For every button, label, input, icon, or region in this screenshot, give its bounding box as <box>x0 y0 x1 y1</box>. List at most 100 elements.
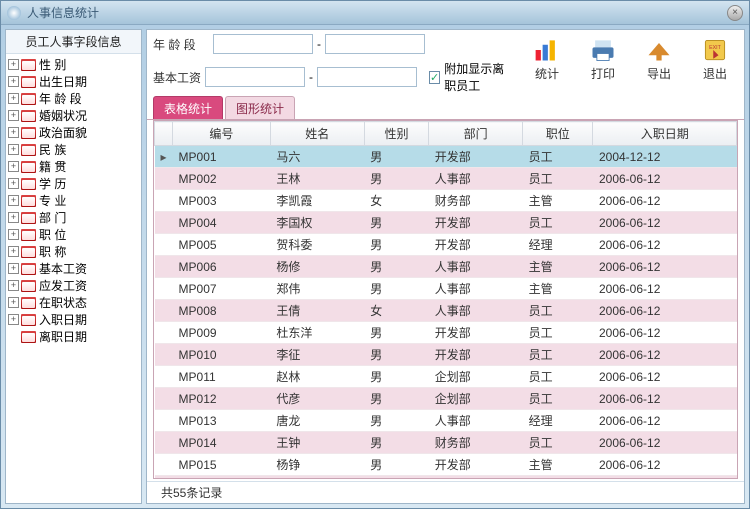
cell: 杨铮 <box>270 454 364 476</box>
salary-to-input[interactable] <box>317 67 417 87</box>
folder-icon <box>21 331 36 343</box>
expand-icon[interactable]: + <box>8 161 19 172</box>
tree-item[interactable]: +在职状态 <box>6 294 141 311</box>
cell: 2006-06-12 <box>593 256 737 278</box>
column-header[interactable]: 部门 <box>429 122 523 146</box>
tree-item[interactable]: +职 位 <box>6 226 141 243</box>
cell: 主管 <box>523 278 593 300</box>
expand-icon[interactable]: + <box>8 195 19 206</box>
expand-icon[interactable]: + <box>8 110 19 121</box>
stat-button[interactable]: 统计 <box>524 34 570 84</box>
expand-icon[interactable]: + <box>8 59 19 70</box>
row-marker <box>155 300 173 322</box>
tree-item[interactable]: + 年 龄 段 <box>6 90 141 107</box>
table-row[interactable]: MP004李国权男开发部员工2006-06-12 <box>155 212 737 234</box>
table-row[interactable]: MP011赵林男企划部员工2006-06-12 <box>155 366 737 388</box>
cell: 员工 <box>523 432 593 454</box>
cell: 开发部 <box>429 454 523 476</box>
table-row[interactable]: MP012代彦男企划部员工2006-06-12 <box>155 388 737 410</box>
app-icon <box>7 6 21 20</box>
tree-item[interactable]: +出生日期 <box>6 73 141 90</box>
export-button[interactable]: 导出 <box>636 34 682 84</box>
expand-icon[interactable]: + <box>8 280 19 291</box>
tree-item[interactable]: +基本工资 <box>6 260 141 277</box>
dash: - <box>317 37 321 51</box>
cell: 郑伟 <box>270 278 364 300</box>
print-button[interactable]: 打印 <box>580 34 626 84</box>
table-row[interactable]: MP013唐龙男人事部经理2006-06-12 <box>155 410 737 432</box>
folder-icon <box>21 76 36 88</box>
exit-button[interactable]: EXIT 退出 <box>692 34 738 84</box>
expand-icon[interactable]: + <box>8 246 19 257</box>
topbar: 年 龄 段 - 基本工资 - ✓ 附加显示离职员工 <box>147 30 744 96</box>
tree-item-label: 专 业 <box>39 192 66 209</box>
column-header[interactable]: 入职日期 <box>593 122 737 146</box>
tree-item[interactable]: +性 别 <box>6 56 141 73</box>
tree-item[interactable]: +籍 贯 <box>6 158 141 175</box>
folder-icon <box>21 229 36 241</box>
cell: 2006-06-12 <box>593 410 737 432</box>
close-icon[interactable]: × <box>727 5 743 21</box>
tree-item[interactable]: +部 门 <box>6 209 141 226</box>
cell: 主管 <box>523 256 593 278</box>
table-body: ▸MP001马六男开发部员工2004-12-12MP002王林男人事部员工200… <box>155 146 737 480</box>
tree[interactable]: +性 别+出生日期+年 龄 段+婚姻状况+政治面貌+民 族+籍 贯+学 历+专 … <box>6 54 141 503</box>
expand-icon[interactable]: + <box>8 127 19 138</box>
tab-chart[interactable]: 图形统计 <box>225 96 295 119</box>
expand-icon[interactable]: + <box>8 76 19 87</box>
folder-icon <box>21 144 36 156</box>
table-row[interactable]: MP015杨铮男开发部主管2006-06-12 <box>155 454 737 476</box>
table-row[interactable]: MP007郑伟男人事部主管2006-06-12 <box>155 278 737 300</box>
age-from-input[interactable] <box>213 34 313 54</box>
row-marker <box>155 388 173 410</box>
table-row[interactable]: MP002王林男人事部员工2006-06-12 <box>155 168 737 190</box>
table-row[interactable]: MP014王钟男财务部员工2006-06-12 <box>155 432 737 454</box>
folder-icon <box>21 297 36 309</box>
expand-icon[interactable]: + <box>8 229 19 240</box>
cell: 主管 <box>523 476 593 480</box>
table-row[interactable]: MP016123男开发部主管2009-03-11 <box>155 476 737 480</box>
tree-item[interactable]: + 应发工资 <box>6 277 141 294</box>
tree-item-label: 婚姻状况 <box>39 107 87 124</box>
tree-item[interactable]: +学 历 <box>6 175 141 192</box>
cell: 员工 <box>523 300 593 322</box>
expand-icon[interactable]: + <box>8 144 19 155</box>
expand-icon[interactable]: + <box>8 93 19 104</box>
expand-icon[interactable]: + <box>8 297 19 308</box>
show-resigned-checkbox[interactable]: ✓ <box>429 71 440 84</box>
cell: 2006-06-12 <box>593 300 737 322</box>
age-to-input[interactable] <box>325 34 425 54</box>
tree-item[interactable]: + 婚姻状况 <box>6 107 141 124</box>
expand-icon[interactable]: + <box>8 314 19 325</box>
cell: 唐龙 <box>270 410 364 432</box>
table-row[interactable]: MP010李征男开发部员工2006-06-12 <box>155 344 737 366</box>
table-row[interactable]: MP009杜东洋男开发部员工2006-06-12 <box>155 322 737 344</box>
column-header[interactable]: 姓名 <box>270 122 364 146</box>
expand-icon[interactable]: + <box>8 178 19 189</box>
export-icon <box>643 36 675 64</box>
tab-table[interactable]: 表格统计 <box>153 96 223 119</box>
table-row[interactable]: MP006杨修男人事部主管2006-06-12 <box>155 256 737 278</box>
table-row[interactable]: ▸MP001马六男开发部员工2004-12-12 <box>155 146 737 168</box>
column-header[interactable]: 性别 <box>364 122 429 146</box>
table-row[interactable]: MP008王倩女人事部员工2006-06-12 <box>155 300 737 322</box>
tree-item-label: 年 龄 段 <box>39 90 82 107</box>
expand-icon[interactable]: + <box>8 263 19 274</box>
salary-from-input[interactable] <box>205 67 305 87</box>
tree-item[interactable]: +政治面貌 <box>6 124 141 141</box>
cell: 2006-06-12 <box>593 278 737 300</box>
exit-label: 退出 <box>703 65 727 82</box>
table-row[interactable]: MP003李凯霞女财务部主管2006-06-12 <box>155 190 737 212</box>
cell: 男 <box>364 256 429 278</box>
grid-wrap[interactable]: 编号姓名性别部门职位入职日期 ▸MP001马六男开发部员工2004-12-12M… <box>153 120 738 479</box>
tree-item[interactable]: +入职日期 <box>6 311 141 328</box>
expand-icon[interactable]: + <box>8 212 19 223</box>
tree-item[interactable]: +民 族 <box>6 141 141 158</box>
table-row[interactable]: MP005贺科委男开发部经理2006-06-12 <box>155 234 737 256</box>
column-header[interactable]: 职位 <box>523 122 593 146</box>
tree-item[interactable]: +职 称 <box>6 243 141 260</box>
tree-item[interactable]: + 专 业 <box>6 192 141 209</box>
column-header[interactable]: 编号 <box>173 122 271 146</box>
tree-item-label: 应发工资 <box>39 277 87 294</box>
tree-item[interactable]: 离职日期 <box>6 328 141 345</box>
